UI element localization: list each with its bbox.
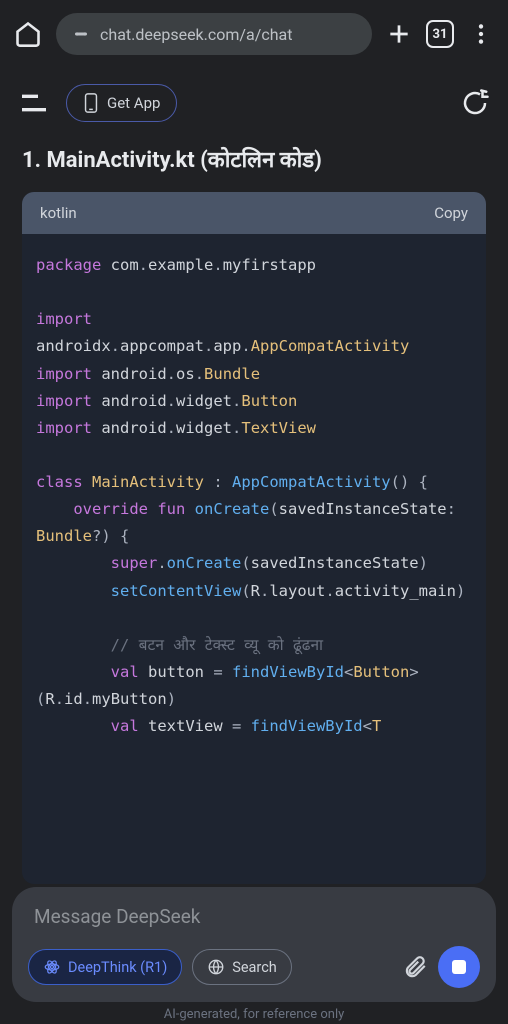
copy-button[interactable]: Copy [434,204,468,222]
globe-icon [207,958,225,976]
atom-icon [43,958,61,976]
chat-content: 1. MainActivity.kt (कोटलिन कोड) kotlin C… [0,138,508,884]
code-language: kotlin [40,204,77,222]
new-tab-icon[interactable] [386,21,412,47]
stop-button[interactable] [438,946,480,988]
browser-bar: chat.deepseek.com/a/chat 31 [0,0,508,68]
deepthink-button[interactable]: DeepThink (R1) [28,949,182,985]
section-heading: 1. MainActivity.kt (कोटलिन कोड) [0,144,508,192]
deepthink-label: DeepThink (R1) [68,959,167,976]
home-icon[interactable] [14,20,42,48]
app-header: Get App [0,68,508,138]
code-body[interactable]: package com.example.myfirstapp import an… [22,234,486,884]
attach-icon[interactable] [402,954,428,980]
code-block: kotlin Copy package com.example.myfirsta… [22,192,486,884]
search-label: Search [232,959,277,976]
message-input[interactable]: Message DeepSeek [28,905,480,946]
tab-switcher[interactable]: 31 [426,20,454,48]
url-bar[interactable]: chat.deepseek.com/a/chat [56,13,372,55]
url-text: chat.deepseek.com/a/chat [100,25,292,44]
footer-disclaimer: AI-generated, for reference only [0,1007,508,1022]
input-controls: DeepThink (R1) Search [28,946,480,988]
get-app-button[interactable]: Get App [66,84,177,122]
code-header: kotlin Copy [22,192,486,234]
new-chat-icon[interactable] [460,88,490,118]
stop-icon [452,960,466,974]
message-input-area: Message DeepSeek DeepThink (R1) Search [12,887,496,1002]
phone-icon [83,93,99,113]
menu-icon[interactable] [468,21,494,47]
site-settings-icon [72,25,90,43]
sidebar-toggle-icon[interactable] [18,87,50,119]
get-app-label: Get App [107,94,160,112]
search-button[interactable]: Search [192,949,292,985]
